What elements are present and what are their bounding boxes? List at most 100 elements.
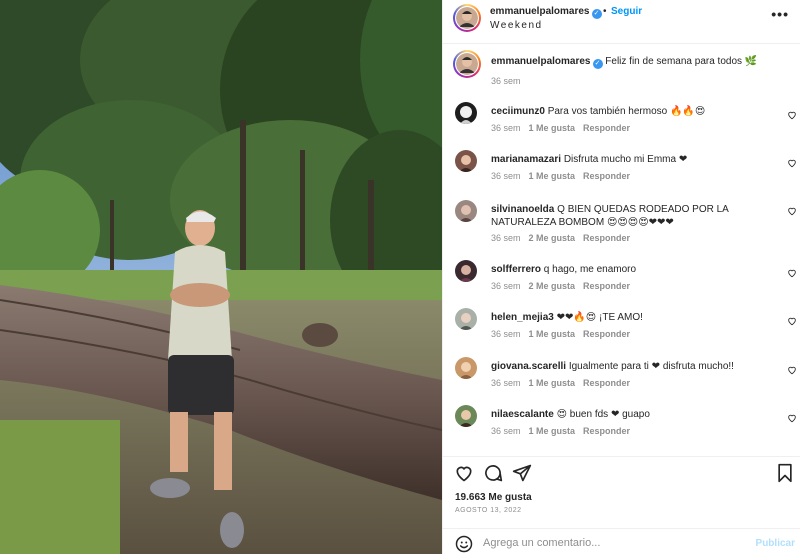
comment-text-row: giovana.scarelli Igualmente para ti ❤ di… bbox=[491, 360, 771, 373]
publish-button[interactable]: Publicar bbox=[756, 538, 795, 549]
comment-text-row: helen_mejia3 ❤❤🔥😍 ¡TE AMO! bbox=[491, 311, 771, 324]
post-panel: emmanuelpalomares ✓ • Seguir Weekend ••• … bbox=[442, 0, 800, 554]
caption-time[interactable]: 36 sem bbox=[491, 76, 521, 86]
comment-avatar[interactable] bbox=[455, 102, 477, 124]
comment-likes[interactable]: 1 Me gusta bbox=[529, 378, 576, 388]
caption-text: Feliz fin de semana para todos 🌿 bbox=[605, 56, 758, 67]
comment-text-row: ceciimunz0 Para vos también hermoso 🔥🔥😍 bbox=[491, 105, 771, 118]
author-username[interactable]: emmanuelpalomares ✓ bbox=[490, 6, 602, 19]
comment-likes[interactable]: 1 Me gusta bbox=[529, 123, 576, 133]
comment-avatar[interactable] bbox=[455, 260, 477, 282]
bookmark-icon[interactable] bbox=[775, 463, 795, 483]
comment-meta: 36 sem 2 Me gusta Responder bbox=[491, 281, 638, 291]
comment-time[interactable]: 36 sem bbox=[491, 281, 521, 291]
follow-button[interactable]: Seguir bbox=[611, 6, 642, 17]
add-comment-bar: Publicar bbox=[443, 528, 800, 554]
comment-likes[interactable]: 2 Me gusta bbox=[529, 281, 576, 291]
comment-meta: 36 sem 2 Me gusta Responder bbox=[491, 233, 638, 243]
comment-avatar[interactable] bbox=[455, 405, 477, 427]
more-icon[interactable]: ••• bbox=[771, 6, 789, 22]
comment-heart-icon[interactable] bbox=[787, 268, 797, 278]
comment-avatar-image bbox=[455, 102, 477, 124]
comment-username[interactable]: silvinanoelda bbox=[491, 204, 554, 215]
verified-icon: ✓ bbox=[591, 9, 602, 19]
comment-heart-icon[interactable] bbox=[787, 110, 797, 120]
caption-username[interactable]: emmanuelpalomares bbox=[491, 56, 591, 67]
comment-username[interactable]: solfferrero bbox=[491, 264, 541, 275]
comment-meta: 36 sem 1 Me gusta Responder bbox=[491, 378, 638, 388]
share-icon[interactable] bbox=[512, 463, 532, 483]
reply-button[interactable]: Responder bbox=[583, 378, 630, 388]
comment-time[interactable]: 36 sem bbox=[491, 426, 521, 436]
like-count[interactable]: 19.663 Me gusta bbox=[455, 492, 532, 503]
separator-dot: • bbox=[603, 6, 607, 17]
post-photo-image bbox=[0, 0, 442, 554]
comment-avatar-image bbox=[455, 260, 477, 282]
comment-text: ❤❤🔥😍 ¡TE AMO! bbox=[556, 312, 643, 323]
post-location[interactable]: Weekend bbox=[490, 20, 543, 31]
comment-avatar[interactable] bbox=[455, 200, 477, 222]
comment-text: Para vos también hermoso 🔥🔥😍 bbox=[547, 106, 706, 117]
comment-avatar-image bbox=[455, 308, 477, 330]
comment-meta: 36 sem 1 Me gusta Responder bbox=[491, 171, 638, 181]
verified-icon: ✓ bbox=[592, 59, 603, 69]
comment-text-row: marianamazari Disfruta mucho mi Emma ❤ bbox=[491, 153, 771, 166]
caption-text-row: emmanuelpalomares ✓ Feliz fin de semana p… bbox=[491, 55, 771, 69]
comment-likes[interactable]: 1 Me gusta bbox=[529, 329, 576, 339]
comment-text: 😍 buen fds ❤ guapo bbox=[556, 409, 650, 420]
comment-likes[interactable]: 1 Me gusta bbox=[529, 171, 576, 181]
comment-username[interactable]: giovana.scarelli bbox=[491, 361, 566, 372]
comment-time[interactable]: 36 sem bbox=[491, 378, 521, 388]
reply-button[interactable]: Responder bbox=[583, 233, 630, 243]
comment-time[interactable]: 36 sem bbox=[491, 329, 521, 339]
comment-text-row: solfferrero q hago, me enamoro bbox=[491, 263, 771, 276]
comment-avatar-image bbox=[455, 150, 477, 172]
post-date[interactable]: AGOSTO 13, 2022 bbox=[455, 507, 522, 514]
author-avatar-image bbox=[456, 7, 478, 29]
comment-username[interactable]: nilaescalante bbox=[491, 409, 554, 420]
reply-button[interactable]: Responder bbox=[583, 123, 630, 133]
comment-time[interactable]: 36 sem bbox=[491, 123, 521, 133]
comments-list[interactable]: emmanuelpalomares ✓ Feliz fin de semana p… bbox=[443, 44, 800, 456]
comment-text-row: nilaescalante 😍 buen fds ❤ guapo bbox=[491, 408, 771, 421]
post-actions bbox=[443, 456, 800, 486]
comment-heart-icon[interactable] bbox=[787, 316, 797, 326]
emoji-icon[interactable] bbox=[455, 535, 473, 553]
comment-username[interactable]: marianamazari bbox=[491, 154, 561, 165]
comment-icon[interactable] bbox=[483, 463, 503, 483]
comment-avatar[interactable] bbox=[455, 357, 477, 379]
author-avatar[interactable] bbox=[453, 4, 481, 32]
reply-button[interactable]: Responder bbox=[583, 329, 630, 339]
comment-avatar[interactable] bbox=[455, 308, 477, 330]
post-photo[interactable] bbox=[0, 0, 442, 554]
comment-avatar-image bbox=[455, 405, 477, 427]
comment-username[interactable]: helen_mejia3 bbox=[491, 312, 554, 323]
heart-icon[interactable] bbox=[454, 463, 474, 483]
comment-meta: 36 sem 1 Me gusta Responder bbox=[491, 426, 638, 436]
post-header: emmanuelpalomares ✓ • Seguir Weekend ••• bbox=[443, 0, 800, 44]
comment-text: Disfruta mucho mi Emma ❤ bbox=[563, 154, 688, 165]
comment-heart-icon[interactable] bbox=[787, 158, 797, 168]
comment-heart-icon[interactable] bbox=[787, 413, 797, 423]
comment-meta: 36 sem 1 Me gusta Responder bbox=[491, 123, 638, 133]
reply-button[interactable]: Responder bbox=[583, 426, 630, 436]
comment-heart-icon[interactable] bbox=[787, 206, 797, 216]
comment-text: Igualmente para ti ❤ disfruta mucho!! bbox=[568, 361, 734, 372]
comment-text: q hago, me enamoro bbox=[543, 264, 637, 275]
comment-time[interactable]: 36 sem bbox=[491, 171, 521, 181]
comment-likes[interactable]: 1 Me gusta bbox=[529, 426, 576, 436]
caption-avatar-image bbox=[456, 53, 478, 75]
author-username-text[interactable]: emmanuelpalomares bbox=[490, 6, 590, 17]
comment-heart-icon[interactable] bbox=[787, 365, 797, 375]
comment-likes[interactable]: 2 Me gusta bbox=[529, 233, 576, 243]
comment-meta: 36 sem 1 Me gusta Responder bbox=[491, 329, 638, 339]
reply-button[interactable]: Responder bbox=[583, 281, 630, 291]
comment-input[interactable] bbox=[483, 537, 733, 549]
comment-username[interactable]: ceciimunz0 bbox=[491, 106, 545, 117]
caption-meta: 36 sem bbox=[491, 76, 529, 86]
caption-avatar[interactable] bbox=[453, 50, 481, 78]
comment-avatar-image bbox=[455, 200, 477, 222]
comment-time[interactable]: 36 sem bbox=[491, 233, 521, 243]
comment-avatar[interactable] bbox=[455, 150, 477, 172]
reply-button[interactable]: Responder bbox=[583, 171, 630, 181]
